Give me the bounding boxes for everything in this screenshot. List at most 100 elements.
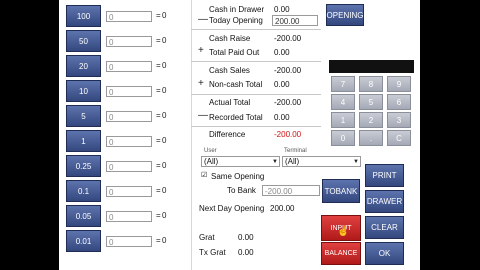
terminal-select-value: (All): [285, 157, 300, 166]
plus-sign: +: [198, 78, 204, 89]
denomination-total: 0: [162, 111, 167, 120]
cursor-icon: ☝: [337, 226, 350, 237]
today-opening-field[interactable]: 200.00: [272, 15, 318, 26]
keypad-key[interactable]: 5: [359, 94, 383, 110]
denomination-count-input[interactable]: 0: [106, 111, 152, 122]
grat-label: Grat: [199, 233, 215, 242]
denomination-count-input[interactable]: 0: [106, 11, 152, 22]
total-paid-out-label: Total Paid Out: [209, 48, 260, 57]
user-select[interactable]: (All) ▼: [201, 156, 280, 167]
actual-total-value: -200.00: [274, 98, 302, 107]
equals-sign: =: [156, 211, 161, 220]
denomination-total: 0: [162, 186, 167, 195]
keypad-key[interactable]: 8: [359, 76, 383, 92]
denomination-count-input[interactable]: 0: [106, 136, 152, 147]
denomination-total: 0: [162, 161, 167, 170]
to-bank-label: To Bank: [227, 186, 256, 195]
ok-button[interactable]: OK: [365, 242, 404, 265]
grat-value: 0.00: [238, 233, 254, 242]
today-opening-label: Today Opening: [209, 16, 263, 25]
equals-sign: =: [156, 86, 161, 95]
keypad-key[interactable]: 0: [331, 130, 355, 146]
denomination-count-input[interactable]: 0: [106, 61, 152, 72]
terminal-filter-label: Terminal: [284, 148, 307, 154]
keypad-key[interactable]: 2: [359, 112, 383, 128]
tx-grat-label: Tx Grat: [199, 248, 226, 257]
separator: [191, 126, 321, 127]
denomination-total: 0: [162, 236, 167, 245]
same-opening-checkbox[interactable]: ☑: [201, 171, 207, 179]
same-opening-label: Same Opening: [211, 172, 265, 181]
denomination-total: 0: [162, 61, 167, 70]
equals-sign: =: [156, 186, 161, 195]
equals-sign: =: [156, 161, 161, 170]
equals-sign: =: [156, 11, 161, 20]
terminal-select[interactable]: (All) ▼: [282, 156, 361, 167]
denomination-count-input[interactable]: 0: [106, 36, 152, 47]
denomination-count-input[interactable]: 0: [106, 161, 152, 172]
balance-button[interactable]: BALANCE: [321, 242, 361, 265]
denomination-total: 0: [162, 86, 167, 95]
cash-raise-label: Cash Raise: [209, 34, 251, 43]
denomination-button[interactable]: 0.1: [66, 180, 101, 202]
next-day-opening-label: Next Day Opening: [199, 204, 265, 213]
user-filter-label: User: [204, 148, 217, 154]
keypad-key[interactable]: 9: [387, 76, 411, 92]
cash-sales-label: Cash Sales: [209, 66, 250, 75]
cash-raise-value: -200.00: [274, 34, 302, 43]
denomination-count-input[interactable]: 0: [106, 211, 152, 222]
non-cash-total-label: Non-cash Total: [209, 80, 263, 89]
denomination-button[interactable]: 1: [66, 130, 101, 152]
opening-button[interactable]: OPENING: [326, 4, 364, 26]
actual-total-label: Actual Total: [209, 98, 251, 107]
equals-sign: =: [156, 36, 161, 45]
denomination-total: 0: [162, 211, 167, 220]
denomination-count-input[interactable]: 0: [106, 186, 152, 197]
clear-button[interactable]: CLEAR: [365, 216, 404, 239]
cash-in-drawer-label: Cash in Drawer: [209, 5, 265, 14]
keypad-key[interactable]: 4: [331, 94, 355, 110]
to-bank-field[interactable]: -200.00: [262, 185, 320, 196]
denomination-count-input[interactable]: 0: [106, 236, 152, 247]
denomination-button[interactable]: 0.01: [66, 230, 101, 252]
keypad-key[interactable]: 7: [331, 76, 355, 92]
denomination-button[interactable]: 0.25: [66, 155, 101, 177]
denomination-button[interactable]: 10: [66, 80, 101, 102]
minus-sign: —: [198, 14, 208, 25]
equals-sign: =: [156, 236, 161, 245]
denomination-button[interactable]: 0.05: [66, 205, 101, 227]
keypad-key[interactable]: 3: [387, 112, 411, 128]
keypad-key[interactable]: 1: [331, 112, 355, 128]
chevron-down-icon: ▼: [272, 159, 278, 165]
keypad-key[interactable]: C: [387, 130, 411, 146]
tobank-button[interactable]: TOBANK: [322, 179, 360, 203]
denomination-button[interactable]: 5: [66, 105, 101, 127]
equals-sign: =: [156, 61, 161, 70]
print-button[interactable]: PRINT: [365, 164, 404, 187]
keypad-key[interactable]: .: [359, 130, 383, 146]
recorded-total-label: Recorded Total: [209, 113, 263, 122]
chevron-down-icon: ▼: [353, 159, 359, 165]
separator: [191, 94, 321, 95]
denomination-button[interactable]: 100: [66, 5, 101, 27]
user-select-value: (All): [204, 157, 219, 166]
minus-sign: —: [198, 110, 208, 121]
keypad-display: [329, 60, 414, 73]
cash-sales-value: -200.00: [274, 66, 302, 75]
recorded-total-value: 0.00: [274, 113, 290, 122]
drawer-button[interactable]: DRAWER: [365, 190, 404, 213]
plus-sign: +: [198, 45, 204, 56]
cash-in-drawer-value: 0.00: [274, 5, 290, 14]
separator: [191, 61, 321, 62]
cash-count-screen: 100 0 = 0 50 0 = 0 20 0 = 0 10 0 = 0 5 0 = 0 1 0 = 0 0.25 0 = 0 0.1 0…: [59, 0, 420, 270]
equals-sign: =: [156, 111, 161, 120]
denomination-button[interactable]: 20: [66, 55, 101, 77]
tx-grat-value: 0.00: [238, 248, 254, 257]
total-paid-out-value: 0.00: [274, 48, 290, 57]
non-cash-total-value: 0.00: [274, 80, 290, 89]
denomination-count-input[interactable]: 0: [106, 86, 152, 97]
keypad-key[interactable]: 6: [387, 94, 411, 110]
difference-label: Difference: [209, 130, 246, 139]
denomination-total: 0: [162, 136, 167, 145]
denomination-button[interactable]: 50: [66, 30, 101, 52]
